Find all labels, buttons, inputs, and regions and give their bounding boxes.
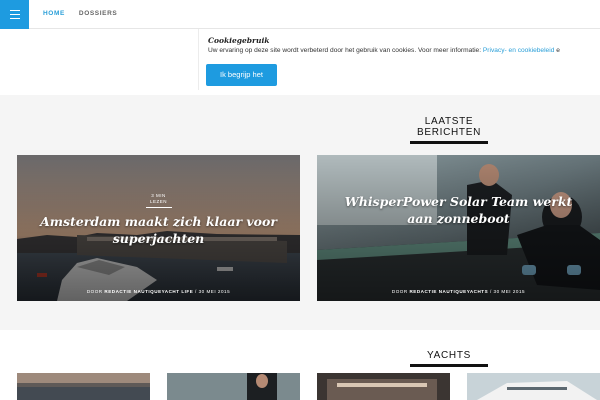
cookie-body: Uw ervaring op deze site wordt verbeterd…	[208, 47, 483, 54]
article-author[interactable]: REDACTIE NAUTIQUEYACHTS	[409, 289, 488, 294]
heading-underline	[410, 364, 488, 367]
accept-cookies-button[interactable]: Ik begrijp het	[206, 64, 277, 86]
article-meta: DOOR REDACTIE NAUTIQUEYACHTS / 30 MEI 20…	[317, 289, 600, 294]
article-card-amsterdam[interactable]: 3 MIN LEZEN Amsterdam maakt zich klaar v…	[17, 155, 300, 301]
article-meta: DOOR REDACTIE NAUTIQUEYACHT LIFE / 30 ME…	[17, 289, 300, 294]
meta-prefix: DOOR	[86, 289, 105, 294]
article-date: / 30 MEI 2015	[193, 289, 231, 294]
thumbnail-image	[17, 373, 150, 400]
heading-underline	[410, 141, 488, 144]
article-headline[interactable]: Amsterdam maakt zich klaar voor superjac…	[17, 213, 300, 247]
read-time: 3 MIN LEZEN	[17, 193, 300, 208]
yacht-thumbnail[interactable]	[317, 373, 450, 400]
yachts-heading-text: YACHTS	[426, 350, 472, 361]
yacht-thumbnail[interactable]	[167, 373, 300, 400]
article-headline[interactable]: WhisperPower Solar Team werkt aan zonneb…	[317, 193, 600, 227]
article-author[interactable]: REDACTIE NAUTIQUEYACHT LIFE	[104, 289, 193, 294]
thumbnail-image	[317, 373, 450, 400]
yachts-heading: YACHTS	[404, 350, 494, 367]
privacy-policy-link[interactable]: Privacy- en cookiebeleid	[483, 47, 554, 54]
thumbnail-image	[167, 373, 300, 400]
thumbnail-image	[467, 373, 600, 400]
yacht-thumbnail[interactable]	[467, 373, 600, 400]
main-nav: HOME DOSSIERS	[43, 10, 117, 17]
cookie-title: Cookiegebruik	[208, 36, 270, 45]
image-overlay	[317, 155, 600, 301]
article-date: / 30 MEI 2015	[488, 289, 526, 294]
latest-posts-heading-line1: LAATSTE	[424, 116, 474, 127]
page: HOME DOSSIERS Cookiegebruik Uw ervaring …	[0, 0, 600, 400]
cookie-suffix: e	[554, 47, 560, 54]
cookie-notice: Cookiegebruik Uw ervaring op deze site w…	[198, 29, 600, 90]
read-time-divider	[145, 207, 172, 208]
yacht-thumbnail[interactable]	[17, 373, 150, 400]
cookie-text: Uw ervaring op deze site wordt verbeterd…	[208, 47, 560, 54]
latest-posts-heading: LAATSTE BERICHTEN	[404, 116, 494, 144]
nav-item-home[interactable]: HOME	[43, 10, 65, 17]
top-navigation-bar: HOME DOSSIERS	[0, 0, 600, 29]
latest-posts-heading-line2: BERICHTEN	[416, 127, 482, 138]
hamburger-icon[interactable]	[0, 0, 29, 29]
read-time-line2: LEZEN	[149, 199, 167, 204]
meta-prefix: DOOR	[391, 289, 410, 294]
nav-item-dossiers[interactable]: DOSSIERS	[79, 10, 117, 17]
article-card-whisperpower[interactable]: WhisperPower Solar Team werkt aan zonneb…	[317, 155, 600, 301]
